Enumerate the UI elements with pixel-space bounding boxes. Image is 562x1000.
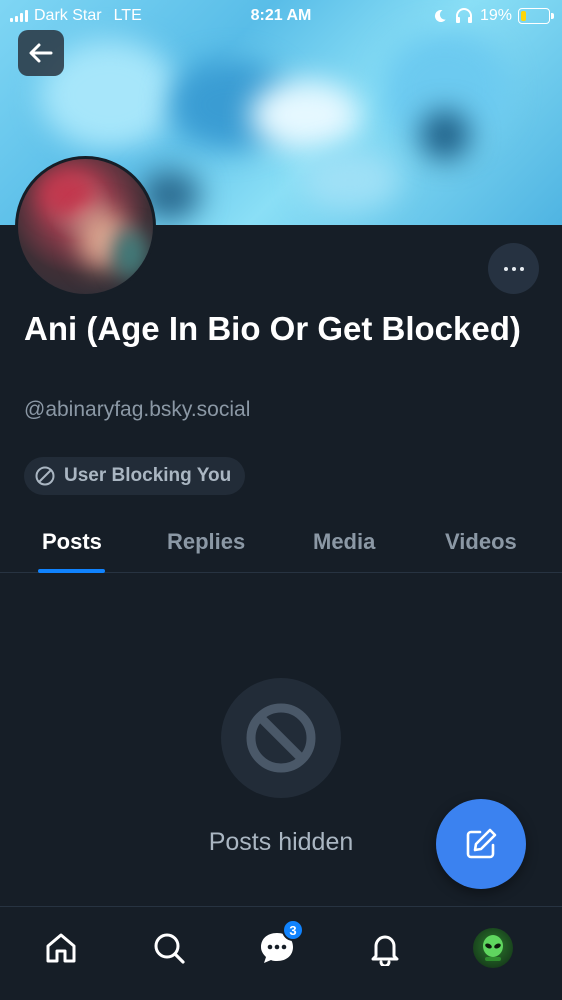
tab-videos[interactable]: Videos — [445, 512, 517, 572]
profile-avatar — [473, 928, 513, 968]
profile-tabs: Posts Replies Media Videos — [0, 512, 562, 573]
alien-icon — [483, 935, 503, 961]
blocking-badge-label: User Blocking You — [64, 465, 232, 486]
status-right: 19% — [432, 7, 554, 25]
signal-icon — [10, 10, 28, 22]
search-icon — [154, 933, 185, 964]
profile-handle: @abinaryfag.bsky.social — [24, 398, 251, 421]
nav-notifications[interactable] — [362, 925, 408, 971]
bottom-navigation: 3 — [0, 906, 562, 1000]
profile-avatar[interactable] — [15, 156, 156, 297]
status-bar: Dark Star LTE 8:21 AM 19% — [0, 0, 562, 32]
network-type: LTE — [113, 7, 142, 24]
compose-button[interactable] — [436, 799, 526, 889]
block-icon — [35, 466, 55, 486]
tab-media[interactable]: Media — [313, 512, 375, 572]
posts-hidden-icon-container — [221, 678, 341, 798]
more-options-button[interactable] — [488, 243, 539, 294]
chat-unread-badge: 3 — [282, 919, 304, 941]
moon-icon — [434, 9, 446, 22]
carrier-name: Dark Star — [34, 7, 102, 24]
blocking-badge[interactable]: User Blocking You — [24, 457, 246, 495]
bell-icon — [371, 935, 399, 966]
battery-fill — [521, 11, 526, 21]
ellipsis-icon — [503, 266, 508, 271]
back-button[interactable] — [18, 30, 64, 76]
compose-icon — [466, 828, 497, 859]
active-tab-indicator — [38, 569, 105, 573]
battery-icon — [518, 8, 554, 24]
headphones-icon — [455, 8, 472, 23]
status-left: Dark Star LTE — [10, 7, 142, 25]
home-icon — [46, 933, 76, 963]
nav-search[interactable] — [146, 925, 192, 971]
arrow-left-icon — [29, 43, 53, 63]
tab-replies[interactable]: Replies — [167, 512, 245, 572]
tab-posts[interactable]: Posts — [42, 512, 102, 572]
nav-home[interactable] — [38, 925, 84, 971]
display-name: Ani (Age In Bio Or Get Blocked) — [24, 310, 521, 347]
nav-chat[interactable]: 3 — [254, 919, 304, 971]
battery-percent: 19% — [479, 7, 512, 24]
block-icon — [246, 703, 316, 773]
nav-profile[interactable] — [470, 925, 516, 971]
